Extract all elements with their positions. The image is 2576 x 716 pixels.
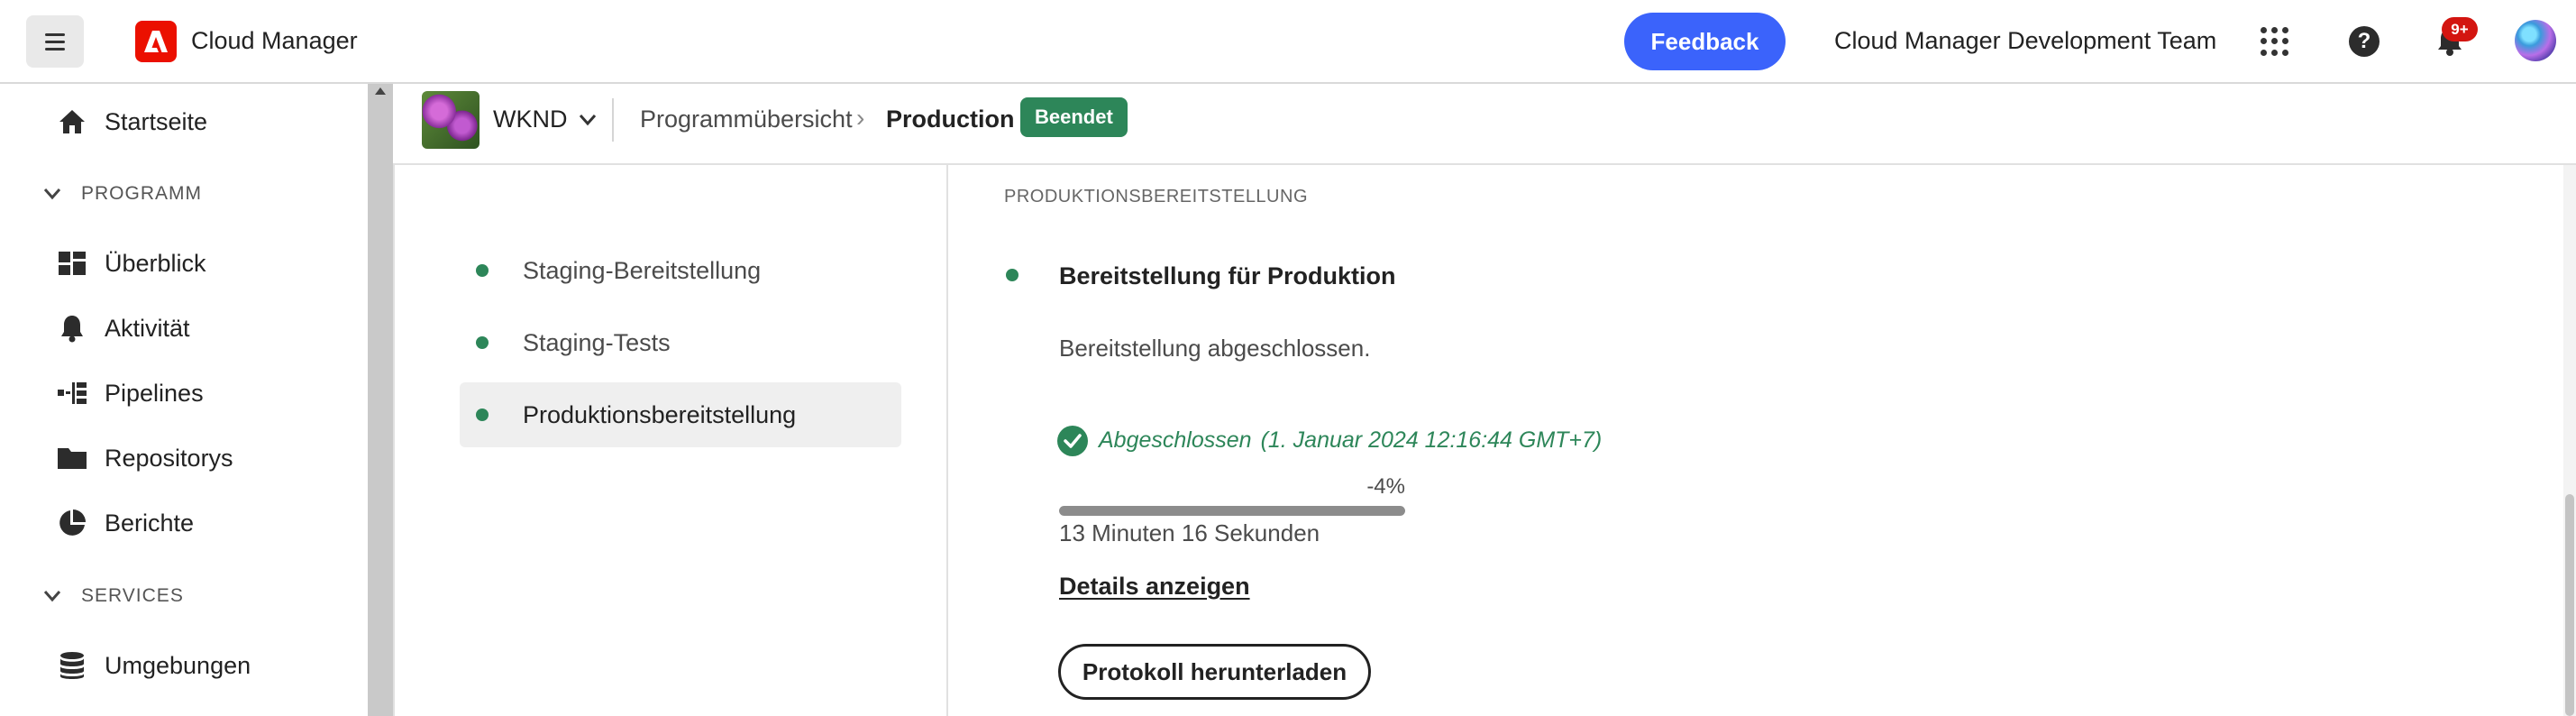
chevron-down-icon: [43, 188, 61, 200]
sidebar-item-pipelines[interactable]: Pipelines: [56, 371, 204, 416]
breadcrumb-separator-icon: ›: [856, 104, 865, 132]
sidebar-item-overview[interactable]: Überblick: [56, 241, 206, 286]
menu-icon[interactable]: [26, 15, 84, 68]
completion-timestamp: (1. Januar 2024 12:16:44 GMT+7): [1260, 427, 1603, 453]
step-staging-deployment[interactable]: Staging-Bereitstellung: [460, 238, 901, 303]
status-badge: Beendet: [1020, 97, 1128, 137]
app-title[interactable]: Cloud Manager: [191, 27, 358, 55]
breadcrumb: WKND Programmübersicht › Production Been…: [393, 84, 2576, 165]
database-icon: [56, 649, 88, 682]
folder-icon: [56, 442, 88, 474]
feedback-button[interactable]: Feedback: [1624, 13, 1786, 70]
download-log-button[interactable]: Protokoll herunterladen: [1058, 644, 1371, 700]
detail-status-dot: [1006, 269, 1019, 281]
checkmark-circle-icon: [1057, 426, 1088, 456]
overview-icon: [56, 247, 88, 280]
help-icon[interactable]: ?: [2349, 26, 2380, 57]
sidebar-item-repositories[interactable]: Repositorys: [56, 436, 233, 481]
sidebar-section-program[interactable]: PROGRAMM: [43, 183, 202, 205]
program-name: WKND: [493, 106, 568, 133]
completion-status: Abgeschlossen (1. Januar 2024 12:16:44 GM…: [1099, 427, 1602, 454]
sidebar-item-activity[interactable]: Aktivität: [56, 306, 190, 351]
duration-text: 13 Minuten 16 Sekunden: [1059, 519, 1320, 546]
sidebar-item-label: Überblick: [105, 249, 206, 277]
view-details-link[interactable]: Details anzeigen: [1059, 573, 1250, 601]
sidebar-scrollbar[interactable]: [368, 84, 393, 716]
column-divider: [946, 165, 948, 716]
program-switcher[interactable]: WKND: [493, 106, 597, 133]
reports-icon: [56, 507, 88, 539]
sidebar-item-label: Repositorys: [105, 444, 233, 472]
pipeline-execution-panel: Staging-Bereitstellung Staging-Tests Pro…: [393, 165, 2576, 716]
page-scrollbar[interactable]: [2563, 165, 2576, 716]
program-thumbnail[interactable]: [422, 91, 480, 149]
sidebar: Startseite PROGRAMM Überblick Aktivität …: [0, 84, 368, 716]
panel-border: [393, 165, 395, 716]
step-label: Staging-Bereitstellung: [523, 256, 762, 284]
sidebar-section-services[interactable]: SERVICES: [43, 585, 184, 607]
completion-status-label: Abgeschlossen: [1099, 427, 1252, 453]
home-icon: [56, 106, 88, 138]
step-label: Staging-Tests: [523, 328, 671, 356]
progress-percentage: -4%: [1366, 474, 1405, 499]
user-avatar[interactable]: [2515, 20, 2556, 61]
scrollbar-thumb[interactable]: [2565, 494, 2574, 716]
step-detail-description: Bereitstellung abgeschlossen.: [1059, 335, 1371, 362]
sidebar-item-reports[interactable]: Berichte: [56, 500, 194, 546]
step-staging-tests[interactable]: Staging-Tests: [460, 310, 901, 375]
step-status-dot: [476, 408, 489, 421]
section-label: SERVICES: [81, 585, 184, 606]
top-header: Cloud Manager Feedback Cloud Manager Dev…: [0, 0, 2576, 84]
chevron-down-icon: [43, 591, 61, 602]
chevron-down-icon: [579, 114, 596, 125]
section-label: PROGRAMM: [81, 183, 202, 204]
step-status-dot: [476, 264, 489, 277]
sidebar-item-label: Startseite: [105, 107, 208, 135]
sidebar-item-label: Berichte: [105, 509, 195, 537]
section-title: PRODUKTIONSBEREITSTELLUNG: [1004, 187, 1309, 207]
progress-bar: [1059, 506, 1405, 516]
breadcrumb-divider: [612, 98, 614, 142]
breadcrumb-current-page: Production: [886, 106, 1015, 133]
apps-grid-icon[interactable]: [2261, 27, 2289, 56]
pipelines-icon: [56, 377, 88, 409]
breadcrumb-program-overview-link[interactable]: Programmübersicht: [640, 106, 853, 133]
step-detail-title: Bereitstellung für Produktion: [1059, 262, 1396, 289]
step-production-deployment[interactable]: Produktionsbereitstellung: [460, 382, 901, 447]
org-switcher[interactable]: Cloud Manager Development Team: [1834, 27, 2216, 55]
step-label: Produktionsbereitstellung: [523, 400, 797, 428]
progress-bar-fill: [1059, 506, 1405, 516]
sidebar-item-environments[interactable]: Umgebungen: [56, 643, 251, 688]
sidebar-item-label: Pipelines: [105, 379, 204, 407]
adobe-logo-icon[interactable]: [135, 21, 177, 62]
step-status-dot: [476, 336, 489, 349]
sidebar-item-label: Aktivität: [105, 314, 190, 342]
notification-count-badge: 9+: [2442, 17, 2478, 41]
bell-icon: [56, 312, 88, 344]
sidebar-item-label: Umgebungen: [105, 651, 251, 679]
sidebar-item-home[interactable]: Startseite: [56, 99, 207, 144]
